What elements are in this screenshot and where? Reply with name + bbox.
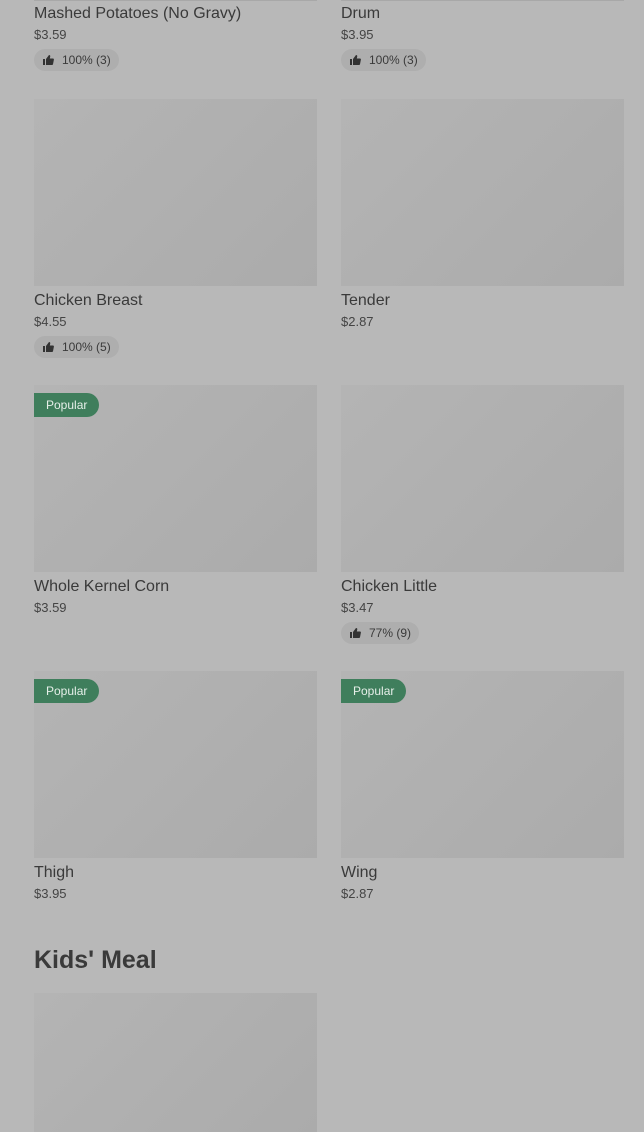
- rating-text: 77% (9): [369, 626, 412, 640]
- item-price: $4.55: [34, 314, 67, 329]
- rating-pill: 77% (9): [341, 622, 420, 644]
- rating-text: 100% (3): [62, 53, 111, 67]
- item-price: $3.95: [341, 27, 374, 42]
- menu-item-thigh[interactable]: Popular Thigh $3.95: [34, 671, 317, 902]
- item-name: Thigh: [34, 864, 75, 881]
- menu-item-drum[interactable]: Drum $3.95 100% (3): [341, 0, 624, 71]
- menu-item-chicken-breast[interactable]: Chicken Breast $4.55 100% (5): [34, 99, 317, 358]
- rating-pill: 100% (3): [34, 49, 119, 71]
- item-price: $3.59: [34, 27, 67, 42]
- item-name: Mashed Potatoes (No Gravy): [34, 5, 242, 22]
- item-price: $3.59: [34, 600, 67, 615]
- rating-pill: 100% (3): [341, 49, 426, 71]
- item-image[interactable]: Popular: [34, 385, 317, 572]
- item-price: $2.87: [341, 886, 374, 901]
- popular-badge: Popular: [341, 679, 407, 703]
- thumbs-up-icon: [43, 342, 54, 352]
- item-image[interactable]: [341, 99, 624, 286]
- item-name: Tender: [341, 292, 390, 309]
- item-image[interactable]: Popular: [34, 671, 317, 858]
- menu-item-tender[interactable]: Tender $2.87: [341, 99, 624, 330]
- item-price: $2.87: [341, 314, 374, 329]
- rating-pill: 100% (5): [34, 336, 119, 358]
- item-image[interactable]: [341, 385, 624, 572]
- popular-badge: Popular: [34, 393, 100, 417]
- item-name: Chicken Breast: [34, 292, 143, 309]
- popular-badge: Popular: [34, 679, 100, 703]
- item-name: Whole Kernel Corn: [34, 578, 170, 595]
- item-name: Wing: [341, 864, 378, 881]
- section-title: Kids' Meal: [34, 946, 157, 974]
- thumbs-up-icon: [350, 628, 361, 638]
- item-price: $3.95: [34, 886, 67, 901]
- menu-item-wing[interactable]: Popular Wing $2.87: [341, 671, 624, 902]
- menu-item-whole-kernel-corn[interactable]: Popular Whole Kernel Corn $3.59: [34, 385, 317, 616]
- rating-text: 100% (3): [369, 53, 418, 67]
- rating-text: 100% (5): [62, 340, 111, 354]
- menu-item-kids-meal[interactable]: [34, 993, 317, 1132]
- menu-item-chicken-little[interactable]: Chicken Little $3.47 77% (9): [341, 385, 624, 644]
- item-name: Chicken Little: [341, 578, 438, 595]
- item-image[interactable]: Popular: [341, 671, 624, 858]
- item-image-edge: [341, 0, 624, 1]
- thumbs-up-icon: [350, 55, 361, 65]
- item-price: $3.47: [341, 600, 374, 615]
- item-image-edge: [34, 0, 317, 1]
- menu-item-mashed-potatoes[interactable]: Mashed Potatoes (No Gravy) $3.59 100% (3…: [34, 0, 317, 71]
- thumbs-up-icon: [43, 55, 54, 65]
- item-image[interactable]: [34, 99, 317, 286]
- item-image[interactable]: [34, 993, 317, 1132]
- item-name: Drum: [341, 5, 381, 22]
